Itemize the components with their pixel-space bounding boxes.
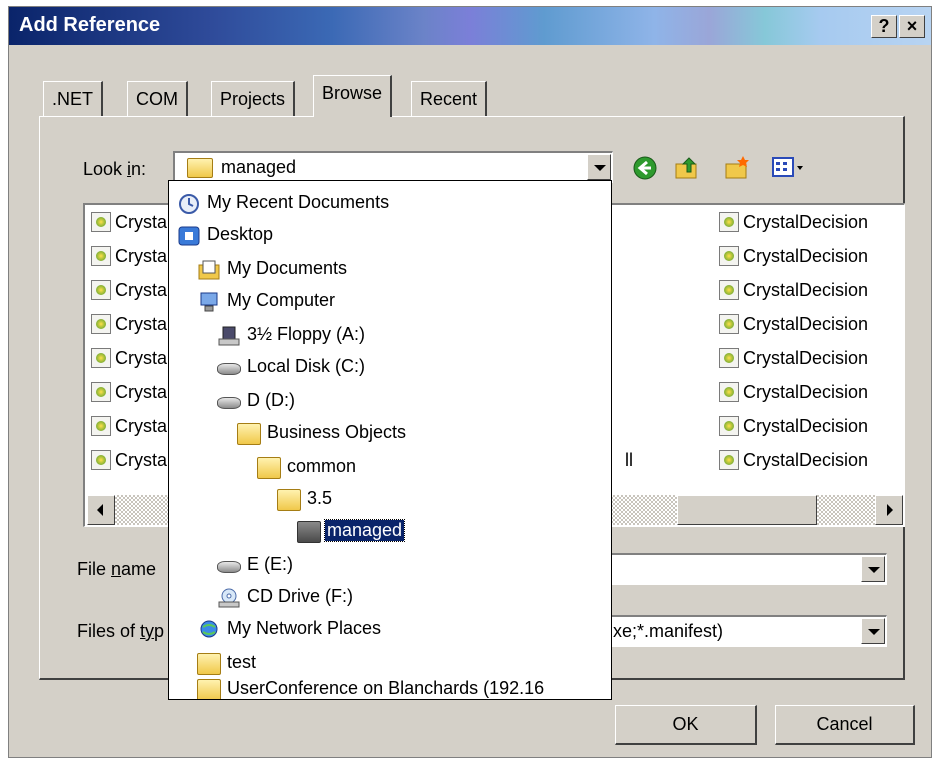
look-in-label: Look in: bbox=[83, 159, 147, 179]
cancel-button[interactable]: Cancel bbox=[775, 705, 915, 745]
folder-icon bbox=[257, 457, 281, 479]
help-button[interactable]: ? bbox=[871, 15, 897, 38]
assembly-icon bbox=[719, 314, 739, 334]
tab-com[interactable]: COM bbox=[127, 81, 188, 117]
my-documents-icon bbox=[198, 260, 220, 280]
desktop-icon bbox=[178, 226, 200, 246]
assembly-icon bbox=[91, 416, 111, 436]
assembly-icon bbox=[91, 314, 111, 334]
close-button[interactable]: × bbox=[899, 15, 925, 38]
tab-recent[interactable]: Recent bbox=[411, 81, 488, 117]
new-folder-icon[interactable] bbox=[723, 154, 751, 182]
window-title: Add Reference bbox=[19, 14, 161, 36]
assembly-icon bbox=[719, 450, 739, 470]
cd-drive-icon bbox=[218, 588, 240, 608]
files-of-type-dropdown-button[interactable] bbox=[861, 618, 885, 644]
tab-browse[interactable]: Browse bbox=[313, 75, 393, 117]
arrow-left-icon bbox=[97, 504, 103, 516]
assembly-icon bbox=[91, 280, 111, 300]
assembly-icon bbox=[719, 382, 739, 402]
network-folder-icon bbox=[197, 679, 221, 699]
look-in-dropdown-list[interactable]: My Recent Documents Desktop My Documents… bbox=[168, 180, 612, 700]
file-name-dropdown-button[interactable] bbox=[861, 556, 885, 582]
assembly-icon bbox=[719, 212, 739, 232]
scroll-thumb[interactable] bbox=[677, 495, 817, 525]
list-item-fragment: ll bbox=[625, 450, 633, 470]
tab-dotnet[interactable]: .NET bbox=[43, 81, 104, 117]
ok-button[interactable]: OK bbox=[615, 705, 757, 745]
arrow-right-icon bbox=[887, 504, 893, 516]
hard-drive-icon bbox=[217, 397, 241, 409]
up-folder-icon[interactable] bbox=[673, 154, 701, 182]
assembly-icon bbox=[91, 212, 111, 232]
folder-icon bbox=[297, 521, 321, 543]
recent-documents-icon bbox=[179, 194, 199, 214]
assembly-icon bbox=[91, 450, 111, 470]
assembly-icon bbox=[719, 280, 739, 300]
assembly-icon bbox=[719, 348, 739, 368]
title-bar[interactable]: Add Reference ? × bbox=[9, 7, 931, 45]
file-name-combobox[interactable] bbox=[609, 553, 887, 585]
look-in-dropdown-button[interactable] bbox=[587, 154, 611, 180]
my-computer-icon bbox=[200, 292, 218, 312]
files-of-type-combobox[interactable]: xe;*.manifest) bbox=[609, 615, 887, 647]
assembly-icon bbox=[91, 246, 111, 266]
view-menu-icon[interactable] bbox=[771, 154, 807, 182]
assembly-icon bbox=[719, 416, 739, 436]
file-name-label: File name bbox=[77, 559, 157, 579]
tab-projects[interactable]: Projects bbox=[211, 81, 296, 117]
folder-icon bbox=[237, 423, 261, 445]
assembly-icon bbox=[719, 246, 739, 266]
scroll-right-button[interactable] bbox=[875, 495, 903, 525]
assembly-icon bbox=[91, 348, 111, 368]
scroll-left-button[interactable] bbox=[87, 495, 115, 525]
files-of-type-label: Files of typ bbox=[77, 621, 165, 641]
folder-icon bbox=[277, 489, 301, 511]
folder-icon bbox=[197, 653, 221, 675]
back-icon[interactable] bbox=[631, 154, 659, 182]
network-places-icon bbox=[200, 620, 218, 638]
hard-drive-icon bbox=[217, 363, 241, 375]
assembly-icon bbox=[91, 382, 111, 402]
folder-icon bbox=[187, 158, 213, 178]
look-in-combobox[interactable]: managed bbox=[173, 151, 613, 183]
files-of-type-value: xe;*.manifest) bbox=[613, 621, 724, 641]
floppy-drive-icon bbox=[218, 326, 240, 346]
look-in-value: managed bbox=[221, 157, 297, 177]
hard-drive-icon bbox=[217, 561, 241, 573]
